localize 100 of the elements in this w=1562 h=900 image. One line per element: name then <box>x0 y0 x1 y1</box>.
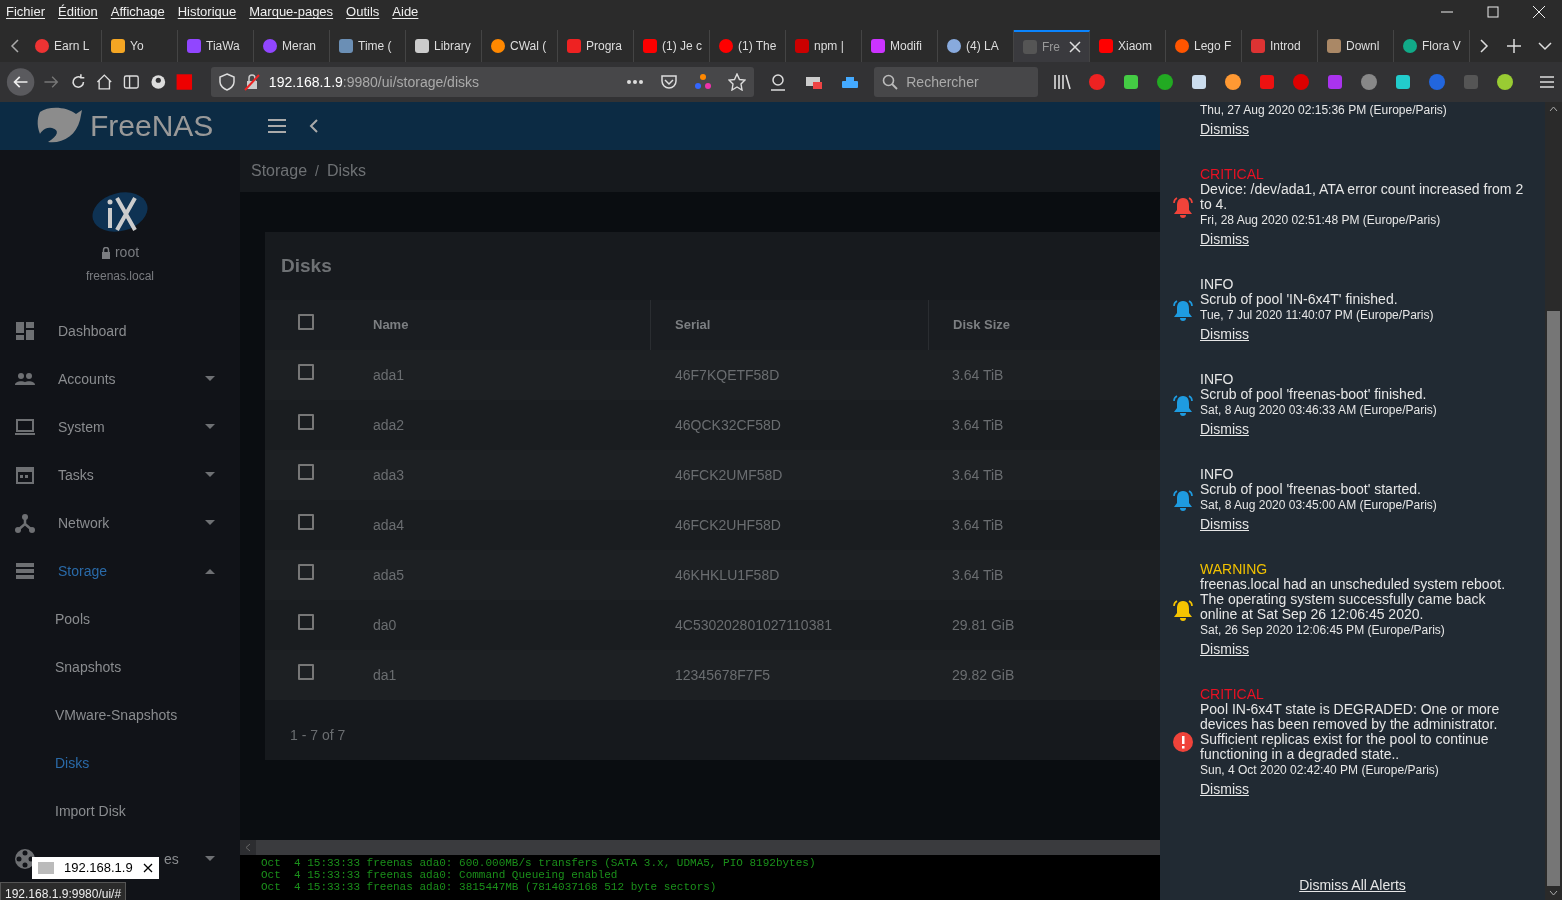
alert-message: Pool IN-6x4T state is DEGRADED: One or more devices has been removed by the administrator. Sufficient replicas exist for the pool to continue functioning in a degraded state.. <box>1200 702 1501 762</box>
menu-item[interactable]: Aide <box>392 2 419 22</box>
dismiss-link[interactable]: Dismiss <box>1200 642 1249 657</box>
dismiss-link[interactable]: Dismiss <box>1200 232 1249 247</box>
sidebar-item[interactable]: es <box>164 850 179 867</box>
extension-icon[interactable] <box>1189 73 1208 91</box>
bookmark-star-icon[interactable] <box>728 73 747 91</box>
sidebar-subitem[interactable]: Snapshots <box>0 643 240 691</box>
horizontal-scrollbar[interactable] <box>240 840 1160 855</box>
alert-message: Device: /dev/ada1, ATA error count increased from 2 to 4. <box>1200 182 1525 212</box>
extension-icon[interactable] <box>1223 73 1242 91</box>
sidebar-item[interactable]: Tasks <box>58 466 94 483</box>
alert-time: Tue, 7 Jul 2020 11:40:07 PM (Europe/Paris) <box>1200 307 1435 323</box>
select-all-checkbox[interactable] <box>298 314 314 331</box>
search-field[interactable]: Rechercher <box>874 67 1038 97</box>
caret-down-icon[interactable] <box>204 375 216 383</box>
sidebar-item[interactable]: Dashboard <box>58 322 127 339</box>
alert-time: Thu, 27 Aug 2020 02:15:36 PM (Europe/Paris) <box>1200 102 1448 118</box>
storage-icon <box>14 560 36 582</box>
breadcrumb-link[interactable]: Disks <box>326 159 367 183</box>
column-header[interactable]: Serial <box>675 315 711 335</box>
site-icon <box>186 38 202 54</box>
card-title: Disks <box>280 253 333 278</box>
menu-item[interactable]: Marque-pages <box>249 2 334 22</box>
chevron-right-icon[interactable] <box>1478 38 1490 54</box>
caret-down-icon[interactable] <box>204 471 216 479</box>
sidebar-subitem[interactable]: Import Disk <box>0 787 240 835</box>
scrollbar-thumb[interactable] <box>1547 311 1560 886</box>
table-cell: ada4 <box>373 516 405 533</box>
bell-icon <box>1172 393 1194 416</box>
bell-icon <box>1172 298 1194 321</box>
close-icon[interactable] <box>142 863 153 873</box>
breadcrumb-separator: / <box>315 161 319 181</box>
site-icon <box>1022 39 1038 55</box>
extension-icon[interactable] <box>1393 73 1412 91</box>
collapse-icon[interactable] <box>308 118 320 134</box>
site-icon <box>870 38 886 54</box>
sidebar-item[interactable]: Network <box>58 514 110 531</box>
dismiss-link[interactable]: Dismiss <box>1200 122 1249 137</box>
extension-icon[interactable] <box>1121 73 1140 91</box>
row-checkbox[interactable] <box>298 464 314 480</box>
bell-icon <box>1172 598 1194 621</box>
extension-icon[interactable] <box>1495 73 1514 91</box>
menu-item[interactable]: Outils <box>346 2 380 22</box>
status-url: 192.168.1.9:9980/ui/# <box>0 882 127 900</box>
menu-icon[interactable] <box>266 117 288 135</box>
menu-item[interactable]: Affichage <box>110 2 165 22</box>
bell-icon <box>1172 488 1194 511</box>
table-cell: da1 <box>373 666 397 683</box>
row-checkbox[interactable] <box>298 514 314 530</box>
username: root <box>114 243 140 262</box>
dismiss-link[interactable]: Dismiss <box>1200 782 1249 797</box>
table-cell: 3.64 TiB <box>952 366 1004 383</box>
column-header[interactable]: Disk Size <box>953 315 1011 335</box>
table-cell: 46FCK2UHF58D <box>675 516 781 533</box>
dismiss-link[interactable]: Dismiss <box>1200 517 1249 532</box>
row-checkbox[interactable] <box>298 614 314 630</box>
sidebar-subitem[interactable]: VMware-Snapshots <box>0 691 240 739</box>
extension-icon[interactable] <box>1155 73 1174 91</box>
address-bar[interactable]: 192.168.1.9:9980/ui/storage/disks <box>210 67 755 97</box>
sidebar-item[interactable]: Accounts <box>58 370 116 387</box>
breadcrumb-link[interactable]: Storage <box>251 159 308 183</box>
row-checkbox[interactable] <box>298 364 314 380</box>
caret-down-icon[interactable] <box>204 423 216 431</box>
browser-tab[interactable]: Fre <box>1014 30 1090 62</box>
back-button[interactable] <box>6 65 36 99</box>
site-icon <box>642 38 658 54</box>
table-cell: 46QCK32CF58D <box>675 416 781 433</box>
menu-item[interactable]: Fichier <box>6 2 45 22</box>
menu-item[interactable]: Édition <box>58 2 98 22</box>
dismiss-link[interactable]: Dismiss <box>1200 327 1249 342</box>
vertical-scrollbar[interactable] <box>1545 102 1562 900</box>
table-cell: 3.64 TiB <box>952 566 1004 583</box>
table-cell: ada3 <box>373 466 405 483</box>
hostname: freenas.local <box>85 268 154 285</box>
alert-level: INFO <box>1200 372 1235 387</box>
table-cell: 46FCK2UMF58D <box>675 466 783 483</box>
caret-up-icon[interactable] <box>204 567 216 575</box>
caret-down-icon[interactable] <box>204 519 216 527</box>
extension-icon[interactable] <box>694 73 713 91</box>
sidebar-subitem[interactable]: Pools <box>0 595 240 643</box>
menu-icon[interactable] <box>1537 73 1556 91</box>
caret-down-icon[interactable] <box>204 855 216 863</box>
row-checkbox[interactable] <box>298 664 314 680</box>
pocket-icon[interactable] <box>660 73 679 91</box>
table-cell: ada5 <box>373 566 405 583</box>
chevron-down-icon[interactable] <box>1538 41 1552 51</box>
dismiss-link[interactable]: Dismiss <box>1200 422 1249 437</box>
row-checkbox[interactable] <box>298 564 314 580</box>
row-checkbox[interactable] <box>298 414 314 430</box>
library-icon[interactable] <box>1051 73 1072 91</box>
sidebar-item[interactable]: System <box>58 418 105 435</box>
menu-item[interactable]: Historique <box>177 2 237 22</box>
alert-time: Sat, 8 Aug 2020 03:45:00 AM (Europe/Paris) <box>1200 497 1438 513</box>
dashboard-icon <box>14 320 36 342</box>
new-tab-icon[interactable] <box>1506 38 1522 54</box>
bell-icon <box>1172 196 1194 218</box>
more-icon[interactable] <box>626 79 645 85</box>
column-header[interactable]: Name <box>373 315 409 335</box>
dismiss-all-link[interactable]: Dismiss All Alerts <box>1299 877 1406 893</box>
